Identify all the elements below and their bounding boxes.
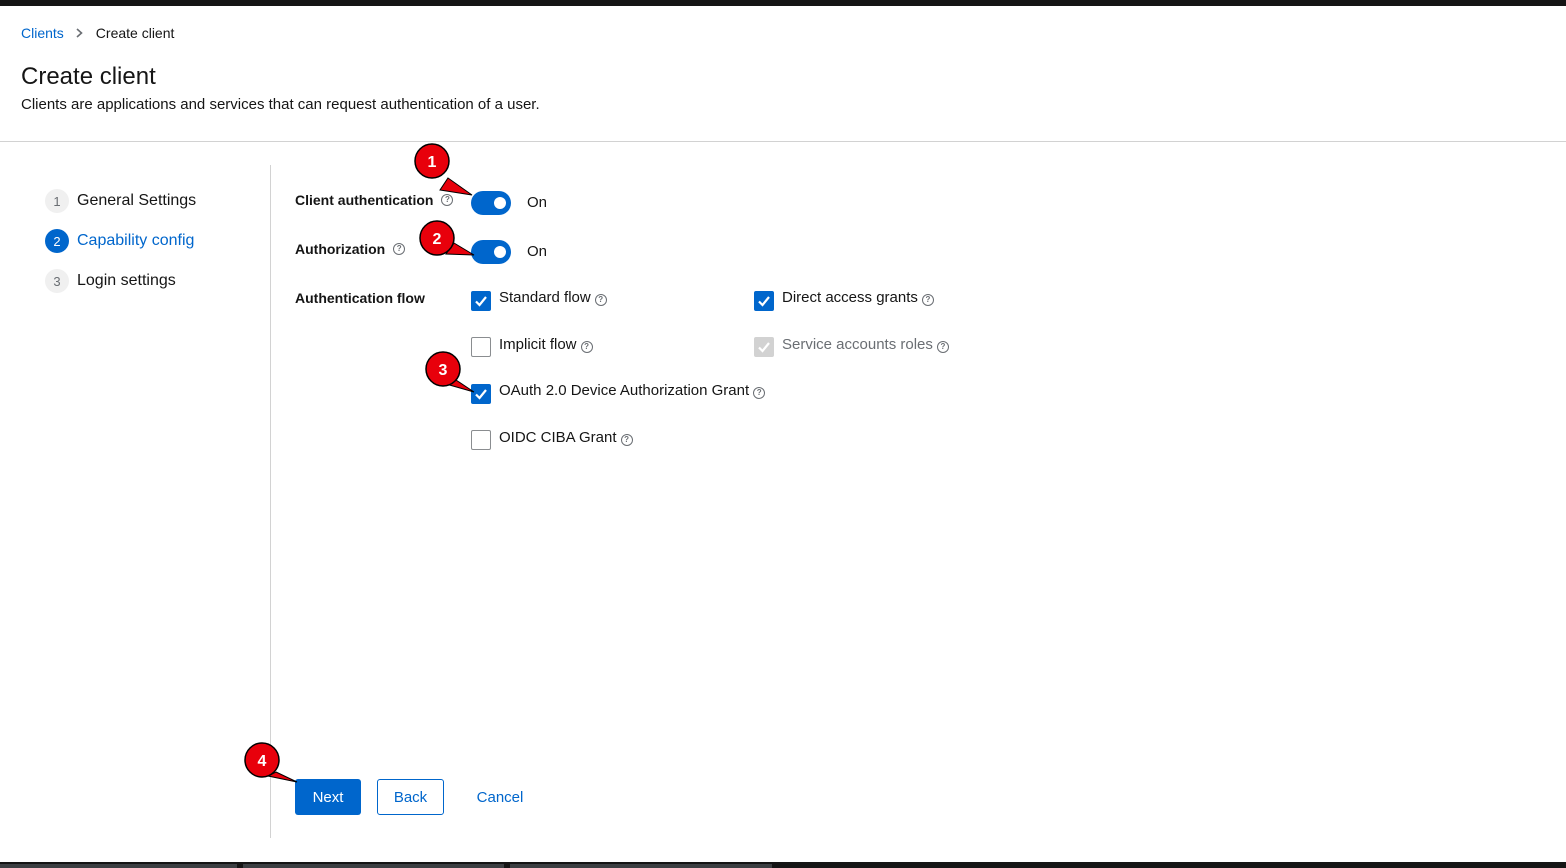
oidc-ciba-grant-checkbox[interactable]: [471, 430, 491, 450]
implicit-flow-checkbox[interactable]: [471, 337, 491, 357]
annotation-badge-4: 4: [244, 742, 298, 783]
client-authentication-switch[interactable]: [471, 191, 511, 215]
oidc-ciba-grant-label-text: OIDC CIBA Grant: [499, 429, 617, 446]
step-number: 3: [45, 269, 69, 293]
annotation-pointer: [445, 242, 475, 256]
bottom-bar: [0, 862, 1566, 868]
standard-flow-checkbox[interactable]: [471, 291, 491, 311]
service-accounts-roles-checkbox: [754, 337, 774, 357]
help-icon[interactable]: ?: [393, 243, 406, 255]
oauth-device-grant-label-text: OAuth 2.0 Device Authorization Grant: [499, 382, 750, 399]
wizard-step-login-settings[interactable]: 3 Login settings: [45, 269, 260, 293]
help-icon[interactable]: ?: [936, 341, 949, 353]
annotation-layer: 1 2 3 4: [244, 143, 475, 783]
page-title: Create client: [21, 63, 156, 90]
client-authentication-state: On: [527, 194, 548, 211]
direct-access-grants-label-text: Direct access grants: [782, 289, 918, 306]
check-icon: [475, 389, 487, 400]
check-icon: [758, 296, 770, 307]
standard-flow-label: Standard flow ?: [499, 289, 607, 306]
annotation-pointer: [266, 771, 298, 783]
wizard-divider: [270, 165, 271, 838]
annotation-badge-1: 1: [414, 143, 473, 196]
annotation-badge-2: 2: [419, 220, 475, 256]
help-icon[interactable]: ?: [580, 341, 593, 353]
annotation-badge-3: 3: [425, 351, 475, 393]
check-icon: [475, 296, 487, 307]
check-icon: [758, 342, 770, 353]
taskbar-segment: [0, 864, 237, 868]
breadcrumb-current: Create client: [95, 25, 175, 41]
authorization-state: On: [527, 243, 548, 260]
authentication-flow-label: Authentication flow: [295, 290, 425, 306]
breadcrumb-link-clients[interactable]: Clients: [21, 25, 64, 41]
authorization-label-text: Authorization: [295, 241, 386, 257]
help-icon[interactable]: ?: [441, 194, 454, 206]
switch-knob: [494, 246, 506, 258]
oauth-device-grant-checkbox[interactable]: [471, 384, 491, 404]
step-label: Capability config: [77, 232, 195, 249]
back-button[interactable]: Back: [377, 779, 444, 815]
service-accounts-roles-label-text: Service accounts roles: [782, 336, 933, 353]
step-label: General Settings: [77, 192, 197, 209]
annotation-number: 2: [433, 231, 442, 248]
wizard-step-general-settings[interactable]: 1 General Settings: [45, 189, 260, 213]
cancel-button[interactable]: Cancel: [462, 779, 538, 815]
client-authentication-label-text: Client authentication: [295, 192, 434, 208]
wizard-step-capability-config[interactable]: 2 Capability config: [45, 229, 260, 253]
taskbar-segment: [243, 864, 504, 868]
top-bar: [0, 0, 1566, 6]
breadcrumb: Clients Create client: [21, 25, 174, 41]
authorization-label: Authorization ?: [295, 241, 406, 257]
annotation-circle: [244, 742, 280, 778]
implicit-flow-label-text: Implicit flow: [499, 336, 577, 353]
annotation-circle: [419, 220, 455, 256]
direct-access-grants-label: Direct access grants ?: [782, 289, 934, 306]
authorization-switch[interactable]: [471, 240, 511, 264]
next-button[interactable]: Next: [295, 779, 361, 815]
oauth-device-grant-label: OAuth 2.0 Device Authorization Grant ?: [499, 382, 766, 399]
annotation-number: 4: [258, 753, 267, 770]
annotation-number: 1: [428, 154, 437, 171]
service-accounts-roles-label: Service accounts roles ?: [782, 336, 949, 353]
help-icon[interactable]: ?: [753, 387, 766, 399]
header-divider: [0, 141, 1566, 142]
taskbar-segment: [510, 864, 772, 868]
help-icon[interactable]: ?: [620, 434, 633, 446]
implicit-flow-label: Implicit flow ?: [499, 336, 593, 353]
help-icon[interactable]: ?: [921, 294, 934, 306]
page-description: Clients are applications and services th…: [21, 96, 540, 113]
annotation-pointer: [444, 379, 475, 393]
annotation-number: 3: [439, 362, 448, 379]
chevron-right-icon: [76, 26, 83, 41]
annotation-circle: [414, 143, 450, 179]
client-authentication-label: Client authentication ?: [295, 192, 454, 208]
annotation-circle: [425, 351, 461, 387]
authentication-flow-label-text: Authentication flow: [295, 290, 425, 306]
step-number: 2: [45, 229, 69, 253]
direct-access-grants-checkbox[interactable]: [754, 291, 774, 311]
standard-flow-label-text: Standard flow: [499, 289, 591, 306]
help-icon[interactable]: ?: [594, 294, 607, 306]
switch-knob: [494, 197, 506, 209]
wizard-nav: 1 General Settings 2 Capability config 3…: [45, 189, 260, 309]
step-label: Login settings: [77, 272, 176, 289]
oidc-ciba-grant-label: OIDC CIBA Grant ?: [499, 429, 633, 446]
step-number: 1: [45, 189, 69, 213]
